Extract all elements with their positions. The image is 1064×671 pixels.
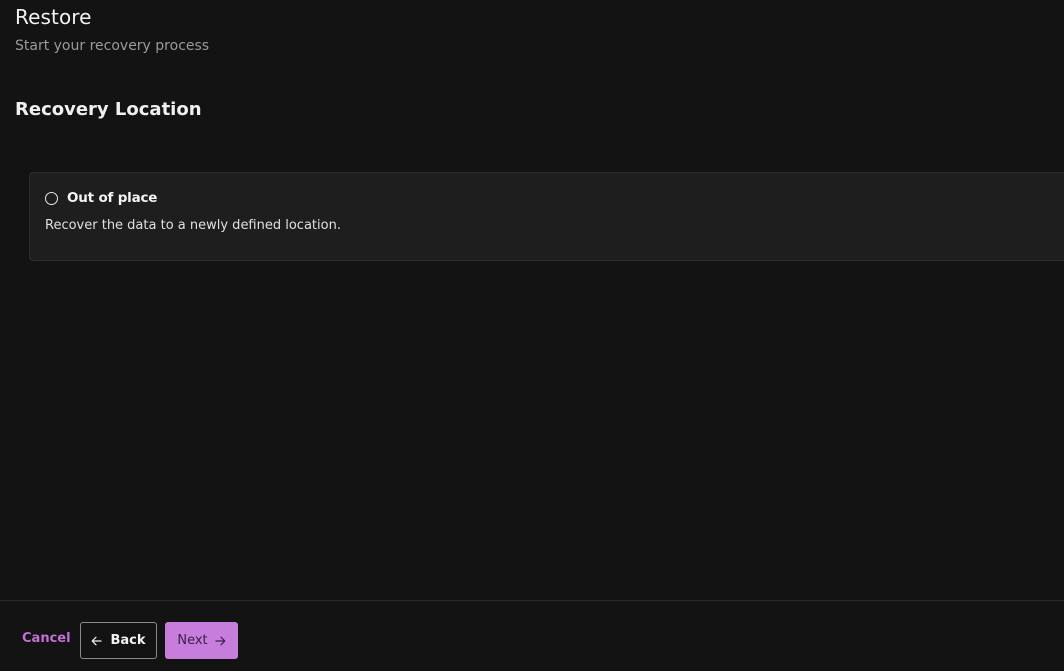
- cancel-button[interactable]: Cancel: [22, 631, 71, 646]
- radio-unchecked-icon[interactable]: [45, 192, 58, 205]
- arrow-right-icon: [215, 636, 226, 646]
- section-title: Recovery Location: [15, 99, 202, 120]
- next-button-label: Next: [177, 633, 208, 648]
- page-title: Restore: [15, 5, 92, 29]
- page-subtitle: Start your recovery process: [15, 38, 210, 54]
- footer-bar: Cancel Back Next: [0, 600, 1064, 671]
- option-card-out-of-place[interactable]: Out of place Recover the data to a newly…: [29, 172, 1064, 261]
- back-button[interactable]: Back: [80, 622, 157, 659]
- back-button-label: Back: [110, 633, 146, 648]
- next-button[interactable]: Next: [165, 622, 238, 659]
- option-description: Recover the data to a newly defined loca…: [45, 218, 341, 233]
- option-label: Out of place: [67, 190, 158, 206]
- restore-page: Restore Start your recovery process Reco…: [0, 0, 1064, 671]
- arrow-left-icon: [91, 636, 103, 646]
